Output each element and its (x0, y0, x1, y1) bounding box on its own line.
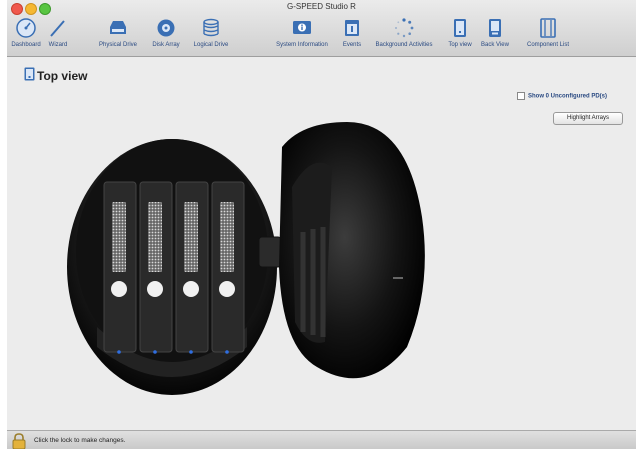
top-view-icon (454, 19, 466, 37)
drive-bay-3 (175, 181, 209, 354)
toolbar-background-activities-button[interactable]: Background Activities (366, 17, 442, 55)
toolbar-dashboard-label: Dashboard (11, 42, 41, 48)
toolbar-top-view-label: Top view (448, 42, 472, 48)
lock-icon[interactable] (11, 433, 27, 449)
door-hinge (258, 236, 282, 268)
drive-bay-4 (211, 181, 245, 354)
toolbar-events-label: Events (342, 42, 362, 48)
toolbar-system-information-label: System Information (276, 42, 328, 48)
title-bar: G-SPEED Studio R Dashboard Wizard Physic… (7, 0, 636, 57)
page-title: Top view (37, 69, 88, 83)
drive-button (147, 281, 163, 297)
status-bar: Click the lock to make changes. (7, 430, 636, 449)
drive-button (219, 281, 235, 297)
info-monitor-icon (293, 21, 311, 34)
toolbar-physical-drive-label: Physical Drive (98, 42, 137, 48)
drive-button (111, 281, 127, 297)
toolbar-dashboard-button[interactable]: Dashboard (10, 17, 42, 55)
drive-mesh (184, 202, 198, 272)
show-unconfigured-checkbox[interactable]: Show 0 Unconfigured PD(s) (517, 92, 607, 100)
toolbar-wizard-label: Wizard (48, 42, 68, 48)
show-unconfigured-label: Show 0 Unconfigured PD(s) (528, 93, 608, 100)
toolbar-back-view-label: Back View (481, 42, 509, 48)
window-title: G-SPEED Studio R (287, 2, 356, 11)
toolbar-events-button[interactable]: Events (339, 17, 365, 55)
drive-bay-1 (103, 181, 137, 354)
hard-drive-icon (110, 21, 126, 34)
events-calendar-icon (345, 20, 359, 36)
toolbar-back-view-button[interactable]: Back View (478, 17, 512, 55)
door-latch (393, 277, 403, 279)
drive-mesh (112, 202, 126, 272)
main-content: Top view Show 0 Unconfigured PD(s) Highl… (7, 57, 636, 430)
drive-led (153, 350, 157, 354)
toolbar-disk-array-label: Disk Array (152, 42, 180, 48)
drive-button (183, 281, 199, 297)
drive-led (117, 350, 121, 354)
app-window: G-SPEED Studio R Dashboard Wizard Physic… (7, 0, 636, 449)
back-view-icon (489, 19, 501, 37)
wand-icon (50, 20, 65, 37)
drive-mesh (148, 202, 162, 272)
drive-bay-2 (139, 181, 173, 354)
drive-led (189, 350, 193, 354)
database-cylinder-icon (203, 18, 219, 37)
toolbar-wizard-button[interactable]: Wizard (45, 17, 71, 55)
toolbar-logical-drive-button[interactable]: Logical Drive (187, 17, 235, 55)
toolbar-component-list-button[interactable]: Component List (519, 17, 577, 55)
top-view-icon (24, 67, 35, 81)
drive-mesh (220, 202, 234, 272)
dashboard-gauge-icon (16, 18, 36, 38)
enclosure-top-view (67, 122, 425, 395)
highlight-arrays-button[interactable]: Highlight Arrays (553, 112, 623, 125)
checkbox-box[interactable] (517, 92, 525, 100)
toolbar-logical-drive-label: Logical Drive (193, 42, 229, 48)
status-text: Click the lock to make changes. (34, 437, 126, 444)
spinner-icon (395, 18, 414, 38)
toolbar-disk-array-button[interactable]: Disk Array (148, 17, 184, 55)
component-list-icon (540, 18, 556, 38)
toolbar-background-activities-label: Background Activities (375, 42, 433, 48)
toolbar-system-information-button[interactable]: System Information (269, 17, 335, 55)
toolbar-component-list-label: Component List (526, 42, 570, 48)
toolbar-physical-drive-button[interactable]: Physical Drive (93, 17, 143, 55)
disk-array-icon (157, 19, 175, 37)
drive-led (225, 350, 229, 354)
toolbar-top-view-button[interactable]: Top view (445, 17, 475, 55)
